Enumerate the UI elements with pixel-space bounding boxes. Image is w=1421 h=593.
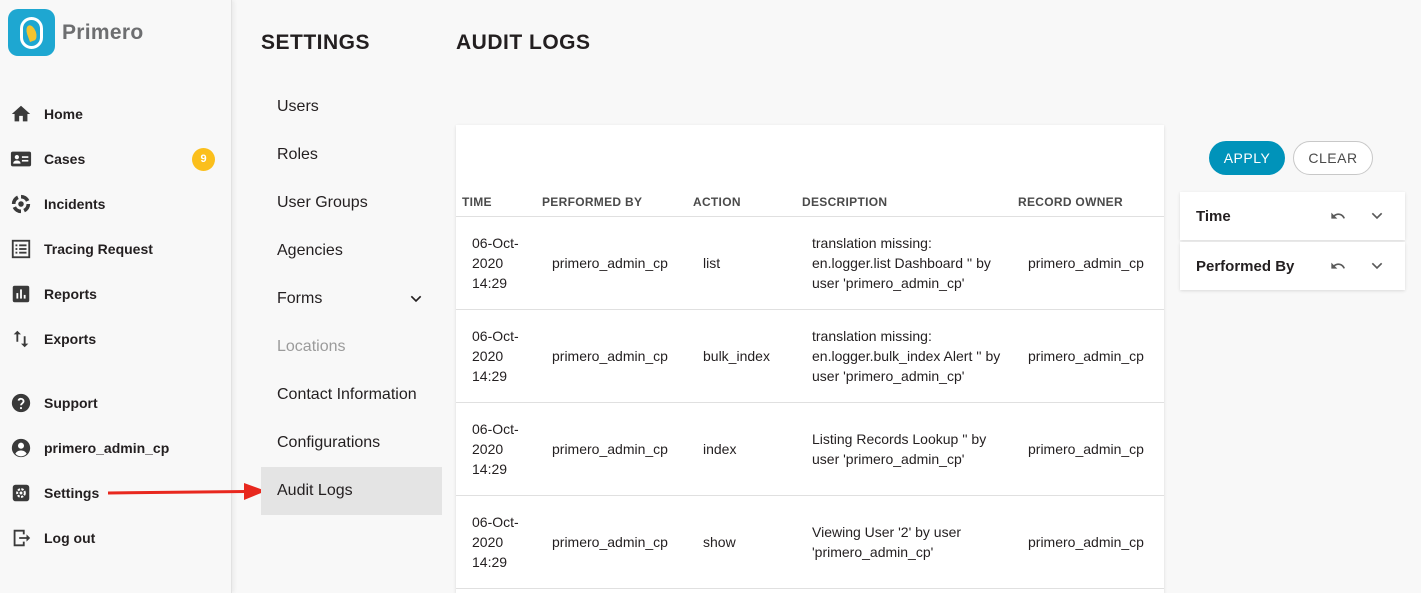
chevron-down-icon[interactable]: [1369, 258, 1385, 274]
nav-item-log-out[interactable]: Log out: [0, 518, 232, 558]
nav-item-label: Home: [44, 106, 83, 122]
filter-panel-time[interactable]: Time: [1180, 192, 1405, 240]
cell-description: Listing Records Lookup '' by user 'prime…: [812, 431, 987, 467]
table-row[interactable]: 06-Oct-2020 14:29 primero_admin_cp list …: [456, 217, 1164, 310]
clear-filters-button[interactable]: CLEAR: [1293, 141, 1373, 175]
cell-description: translation missing: en.logger.bulk_inde…: [812, 328, 1001, 384]
settings-menu-locations[interactable]: Locations: [261, 323, 442, 371]
settings-menu-users[interactable]: Users: [261, 83, 442, 131]
home-icon: [10, 103, 32, 125]
bar-chart-icon: [10, 283, 32, 305]
cell-action: index: [703, 441, 737, 457]
audit-logs-table: TIME PERFORMED BY ACTION DESCRIPTION REC…: [456, 125, 1164, 593]
settings-menu-configurations[interactable]: Configurations: [261, 419, 442, 467]
swap-vertical-icon: [10, 328, 32, 350]
settings-menu-forms[interactable]: Forms: [261, 275, 442, 323]
help-icon: [10, 392, 32, 414]
settings-menu-label: Forms: [277, 290, 323, 307]
filter-panel-label: Performed By: [1196, 257, 1295, 275]
filter-panel-label: Time: [1196, 207, 1231, 225]
nav-item-label: primero_admin_cp: [44, 440, 170, 456]
nav-item-label: Support: [44, 395, 98, 411]
cell-time: 06-Oct-2020 14:29: [472, 514, 519, 570]
settings-menu-audit-logs[interactable]: Audit Logs: [261, 467, 442, 515]
nav-item-label: Reports: [44, 286, 97, 302]
main-navigation: Primero Home Cases 9 Incidents Tracing R…: [0, 0, 232, 593]
app-logo[interactable]: Primero: [8, 9, 143, 56]
column-header-record-owner[interactable]: RECORD OWNER: [1018, 195, 1123, 209]
nav-item-user-account[interactable]: primero_admin_cp: [0, 428, 232, 468]
cell-description: translation missing: en.logger.list Dash…: [812, 235, 991, 291]
nav-item-incidents[interactable]: Incidents: [0, 184, 232, 224]
nav-item-reports[interactable]: Reports: [0, 274, 232, 314]
list-icon: [10, 238, 32, 260]
nav-item-label: Cases: [44, 151, 86, 167]
annotation-arrow: [107, 483, 266, 500]
table-row[interactable]: 06-Oct-2020 14:29 primero_admin_cp index…: [456, 403, 1164, 496]
settings-title: SETTINGS: [261, 31, 371, 54]
cell-action: list: [703, 255, 721, 271]
cell-action: show: [703, 534, 736, 550]
cell-performed-by: primero_admin_cp: [552, 441, 668, 457]
nav-item-label: Tracing Request: [44, 241, 153, 257]
cell-record-owner: primero_admin_cp: [1028, 441, 1144, 457]
nav-item-label: Log out: [44, 530, 96, 546]
chevron-down-icon: [410, 295, 422, 303]
cell-time: 06-Oct-2020 14:29: [472, 328, 519, 384]
chevron-down-icon[interactable]: [1369, 208, 1385, 224]
filter-panel-performed-by[interactable]: Performed By: [1180, 242, 1405, 290]
cell-time: 06-Oct-2020 14:29: [472, 235, 519, 291]
column-header-time[interactable]: TIME: [462, 195, 492, 209]
column-header-description[interactable]: DESCRIPTION: [802, 195, 887, 209]
settings-menu-user-groups[interactable]: User Groups: [261, 179, 442, 227]
nav-item-home[interactable]: Home: [0, 94, 232, 134]
cell-action: bulk_index: [703, 348, 770, 364]
settings-menu-roles[interactable]: Roles: [261, 131, 442, 179]
app-name: Primero: [62, 20, 144, 44]
cell-record-owner: primero_admin_cp: [1028, 534, 1144, 550]
nav-item-label: Exports: [44, 331, 97, 347]
nav-item-label: Incidents: [44, 196, 106, 212]
account-icon: [10, 437, 32, 459]
nav-item-support[interactable]: Support: [0, 383, 232, 423]
cell-description: Viewing User '2' by user 'primero_admin_…: [812, 524, 962, 560]
id-card-icon: [10, 148, 32, 170]
settings-menu-agencies[interactable]: Agencies: [261, 227, 442, 275]
undo-icon[interactable]: [1330, 258, 1346, 274]
page-title: AUDIT LOGS: [456, 31, 591, 54]
primero-logo-icon: [8, 9, 55, 56]
apply-filters-button[interactable]: APPLY: [1209, 141, 1285, 175]
nav-item-cases[interactable]: Cases 9: [0, 139, 232, 179]
column-header-performed-by[interactable]: PERFORMED BY: [542, 195, 642, 209]
settings-menu-contact-information[interactable]: Contact Information: [261, 371, 442, 419]
cell-performed-by: primero_admin_cp: [552, 534, 668, 550]
nav-item-tracing-request[interactable]: Tracing Request: [0, 229, 232, 269]
logout-icon: [10, 527, 32, 549]
cell-time: 06-Oct-2020 14:29: [472, 421, 519, 477]
cell-record-owner: primero_admin_cp: [1028, 255, 1144, 271]
nav-item-label: Settings: [44, 485, 100, 501]
table-row[interactable]: 06-Oct-2020 14:29 primero_admin_cp show …: [456, 496, 1164, 589]
nav-item-exports[interactable]: Exports: [0, 319, 232, 359]
gear-icon: [10, 482, 32, 504]
cell-record-owner: primero_admin_cp: [1028, 348, 1144, 364]
table-row[interactable]: 06-Oct-2020 14:29 primero_admin_cp bulk_…: [456, 310, 1164, 403]
incident-icon: [10, 193, 32, 215]
cases-count-badge: 9: [192, 147, 215, 171]
cell-performed-by: primero_admin_cp: [552, 255, 668, 271]
column-header-action[interactable]: ACTION: [693, 195, 741, 209]
cell-performed-by: primero_admin_cp: [552, 348, 668, 364]
undo-icon[interactable]: [1330, 208, 1346, 224]
